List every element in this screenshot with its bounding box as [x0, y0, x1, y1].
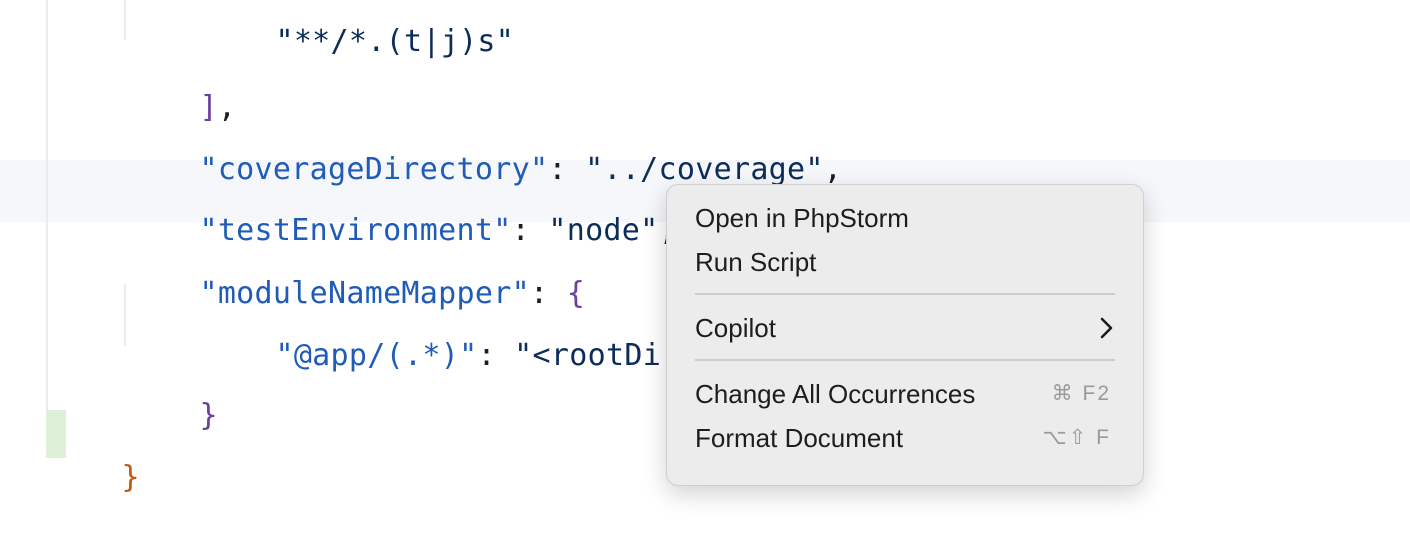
context-menu: Open in PhpStorm Run Script Copilot Chan…	[666, 184, 1144, 486]
menu-item-label: Change All Occurrences	[695, 379, 976, 409]
menu-item-open-in-phpstorm[interactable]: Open in PhpStorm	[695, 198, 1115, 238]
menu-item-label: Open in PhpStorm	[695, 203, 909, 233]
code-line: "@app/(.*)": "<rootDir>/	[202, 296, 716, 416]
menu-item-change-all-occurrences[interactable]: Change All Occurrences ⌘ F2	[695, 374, 1115, 414]
code-line: "**/*.(t|j)s"	[202, 0, 514, 102]
menu-separator	[695, 293, 1115, 295]
object-close-brace: }	[199, 398, 218, 433]
menu-item-shortcut: ⌥⇧ F	[1042, 426, 1111, 449]
json-key: "@app/(.*)"	[275, 338, 478, 373]
menu-item-label: Copilot	[695, 313, 776, 343]
colon: :	[477, 338, 515, 373]
root-close-brace: }	[121, 460, 140, 495]
menu-item-label: Format Document	[695, 423, 904, 453]
menu-separator	[695, 359, 1115, 361]
chevron-right-icon	[1099, 308, 1115, 350]
comma: ,	[823, 152, 843, 187]
gutter-divider	[46, 0, 48, 410]
indent-guide	[124, 0, 126, 40]
menu-item-format-document[interactable]: Format Document ⌥⇧ F	[695, 418, 1115, 458]
code-line: }	[48, 418, 140, 538]
menu-item-shortcut: ⌘ F2	[1051, 382, 1111, 405]
menu-item-copilot[interactable]: Copilot	[695, 308, 1115, 348]
menu-item-label: Run Script	[695, 247, 817, 277]
menu-item-run-script[interactable]: Run Script	[695, 242, 1115, 282]
json-string: "**/*.(t|j)s"	[275, 24, 515, 59]
